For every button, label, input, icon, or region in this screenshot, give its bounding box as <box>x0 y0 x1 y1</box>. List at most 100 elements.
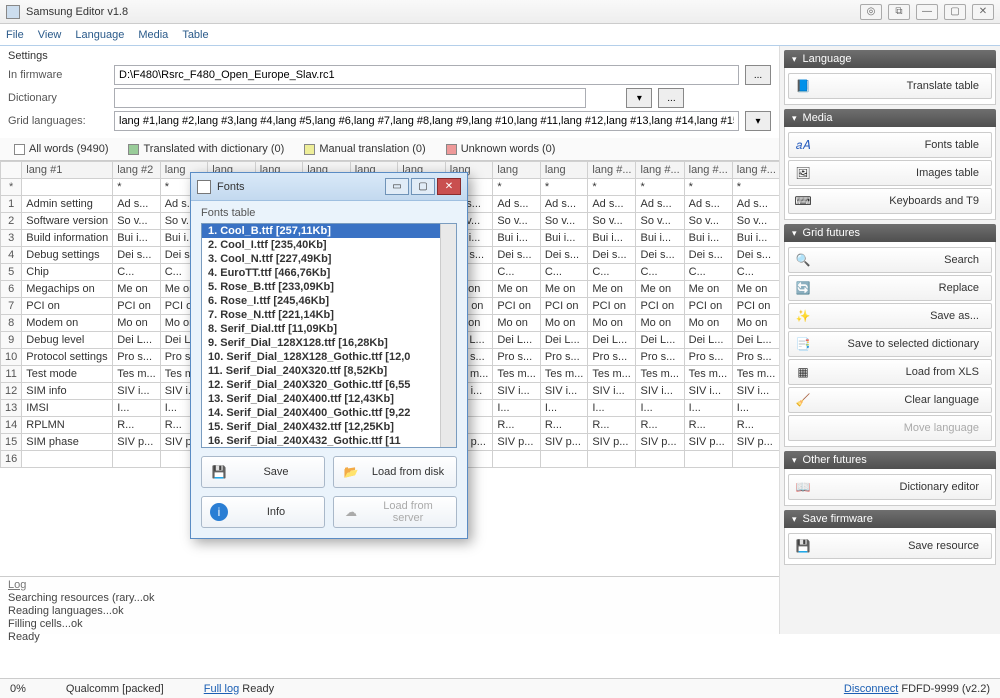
panel-gridfutures-header[interactable]: Grid futures <box>784 224 996 242</box>
font-item[interactable]: 10. Serif_Dial_128X128_Gothic.ttf [12,0 <box>202 350 456 364</box>
tab-all-words[interactable]: All words (9490) <box>8 141 114 157</box>
settings-heading: Settings <box>8 50 771 62</box>
search-icon: 🔍 <box>795 252 811 268</box>
info-icon: i <box>210 503 228 521</box>
load-xls-button[interactable]: ▦Load from XLS <box>788 359 992 385</box>
log-line: Reading languages...ok <box>8 605 771 618</box>
translate-table-button[interactable]: 📘Translate table <box>788 73 992 99</box>
dictionary-dropdown-button[interactable]: ▾ <box>626 88 652 108</box>
dialog-info-button[interactable]: iInfo <box>201 496 325 528</box>
titlebar: Samsung Editor v1.8 ◎ ⧉ — ▢ ✕ <box>0 0 1000 24</box>
maximize-button[interactable]: ▢ <box>944 4 966 20</box>
dialog-loaddisk-button[interactable]: 📂Load from disk <box>333 456 457 488</box>
save-to-dict-button[interactable]: 📑Save to selected dictionary <box>788 331 992 357</box>
dialog-save-button[interactable]: 💾Save <box>201 456 325 488</box>
log-line: Filling cells...ok <box>8 618 771 631</box>
progress-pct: 0% <box>10 683 26 695</box>
gridlang-input[interactable] <box>114 111 739 131</box>
dialog-min-button[interactable]: ▭ <box>385 178 409 195</box>
dialog-max-button[interactable]: ▢ <box>411 178 435 195</box>
word-tabs: All words (9490) Translated with diction… <box>0 138 779 161</box>
move-language-button: Move language <box>788 415 992 441</box>
close-button[interactable]: ✕ <box>972 4 994 20</box>
btn-b[interactable]: ⧉ <box>888 4 910 20</box>
gridlang-label: Grid languages: <box>8 115 108 127</box>
folder-icon: 📂 <box>342 463 360 481</box>
font-item[interactable]: 11. Serif_Dial_240X320.ttf [8,52Kb] <box>202 364 456 378</box>
xls-icon: ▦ <box>795 364 811 380</box>
menu-file[interactable]: File <box>6 29 24 41</box>
save-dict-icon: 📑 <box>795 336 811 352</box>
font-item[interactable]: 16. Serif_Dial_240X432_Gothic.ttf [11 <box>202 434 456 448</box>
disconnect-link[interactable]: Disconnect <box>844 683 898 695</box>
fonts-dialog-title: Fonts <box>217 181 245 193</box>
font-item[interactable]: 9. Serif_Dial_128X128.ttf [16,28Kb] <box>202 336 456 350</box>
floppy-icon: 💾 <box>210 463 228 481</box>
log-line: Searching resources (rary...ok <box>8 592 771 605</box>
font-item[interactable]: 14. Serif_Dial_240X400_Gothic.ttf [9,22 <box>202 406 456 420</box>
firmware-label: In firmware <box>8 69 108 81</box>
font-item[interactable]: 13. Serif_Dial_240X400.ttf [12,43Kb] <box>202 392 456 406</box>
font-item[interactable]: 3. Cool_N.ttf [227,49Kb] <box>202 252 456 266</box>
font-item[interactable]: 4. EuroTT.ttf [466,76Kb] <box>202 266 456 280</box>
log-line: Ready <box>8 631 771 644</box>
log-pane: Log Searching resources (rary...ok Readi… <box>0 576 779 634</box>
device-label: FDFD-9999 (v2.2) <box>901 683 990 695</box>
replace-icon: 🔄 <box>795 280 811 296</box>
minimize-button[interactable]: — <box>916 4 938 20</box>
app-title: Samsung Editor v1.8 <box>26 6 128 18</box>
btn-a[interactable]: ◎ <box>860 4 882 20</box>
dictionary-browse-button[interactable]: ... <box>658 88 684 108</box>
firmware-input[interactable] <box>114 65 739 85</box>
fonts-caption: Fonts table <box>201 207 457 219</box>
tab-translated[interactable]: Translated with dictionary (0) <box>122 141 290 157</box>
replace-button[interactable]: 🔄Replace <box>788 275 992 301</box>
menu-media[interactable]: Media <box>138 29 168 41</box>
firmware-browse-button[interactable]: ... <box>745 65 771 85</box>
font-item[interactable]: 8. Serif_Dial.ttf [11,09Kb] <box>202 322 456 336</box>
dialog-loadserver-button: ☁Load from server <box>333 496 457 528</box>
save-resource-button[interactable]: 💾Save resource <box>788 533 992 559</box>
fonts-table-button[interactable]: 𝑎𝐴Fonts table <box>788 132 992 158</box>
fonts-dialog: Fonts ▭ ▢ ✕ Fonts table 1. Cool_B.ttf [2… <box>190 172 468 539</box>
server-icon: ☁ <box>342 503 360 521</box>
font-item[interactable]: 6. Rose_I.ttf [245,46Kb] <box>202 294 456 308</box>
search-button[interactable]: 🔍Search <box>788 247 992 273</box>
tab-unknown[interactable]: Unknown words (0) <box>440 141 562 157</box>
dictionary-label: Dictionary <box>8 92 108 104</box>
panel-media-header[interactable]: Media <box>784 109 996 127</box>
clear-language-button[interactable]: 🧹Clear language <box>788 387 992 413</box>
book-icon: 📖 <box>795 479 811 495</box>
font-item[interactable]: 12. Serif_Dial_240X320_Gothic.ttf [6,55 <box>202 378 456 392</box>
font-item[interactable]: 2. Cool_I.ttf [235,40Kb] <box>202 238 456 252</box>
listbox-scrollbar[interactable] <box>440 224 456 447</box>
panel-other-header[interactable]: Other futures <box>784 451 996 469</box>
dictionary-editor-button[interactable]: 📖Dictionary editor <box>788 474 992 500</box>
keyboards-t9-button[interactable]: ⌨Keyboards and T9 <box>788 188 992 214</box>
gridlang-dropdown[interactable]: ▾ <box>745 111 771 131</box>
statusbar: 0% Qualcomm [packed] Full log Ready Disc… <box>0 678 1000 698</box>
menu-table[interactable]: Table <box>182 29 208 41</box>
font-item[interactable]: 5. Rose_B.ttf [233,09Kb] <box>202 280 456 294</box>
panel-save-header[interactable]: Save firmware <box>784 510 996 528</box>
fulllog-link[interactable]: Full log <box>204 683 239 695</box>
menubar: File View Language Media Table <box>0 24 1000 46</box>
dictionary-input[interactable] <box>114 88 586 108</box>
font-item[interactable]: 1. Cool_B.ttf [257,11Kb] <box>202 224 456 238</box>
saveas-button[interactable]: ✨Save as... <box>788 303 992 329</box>
floppy-icon: 💾 <box>795 538 811 554</box>
images-table-button[interactable]: 🖼Images table <box>788 160 992 186</box>
fonts-dialog-icon <box>197 180 211 194</box>
panel-language-header[interactable]: Language <box>784 50 996 68</box>
wand-icon: ✨ <box>795 308 811 324</box>
menu-view[interactable]: View <box>38 29 62 41</box>
app-icon <box>6 5 20 19</box>
font-item[interactable]: 15. Serif_Dial_240X432.ttf [12,25Kb] <box>202 420 456 434</box>
packer-label: Qualcomm [packed] <box>66 683 164 695</box>
eraser-icon: 🧹 <box>795 392 811 408</box>
dialog-close-button[interactable]: ✕ <box>437 178 461 195</box>
font-item[interactable]: 7. Rose_N.ttf [221,14Kb] <box>202 308 456 322</box>
fonts-listbox[interactable]: 1. Cool_B.ttf [257,11Kb]2. Cool_I.ttf [2… <box>201 223 457 448</box>
tab-manual[interactable]: Manual translation (0) <box>298 141 431 157</box>
menu-language[interactable]: Language <box>75 29 124 41</box>
